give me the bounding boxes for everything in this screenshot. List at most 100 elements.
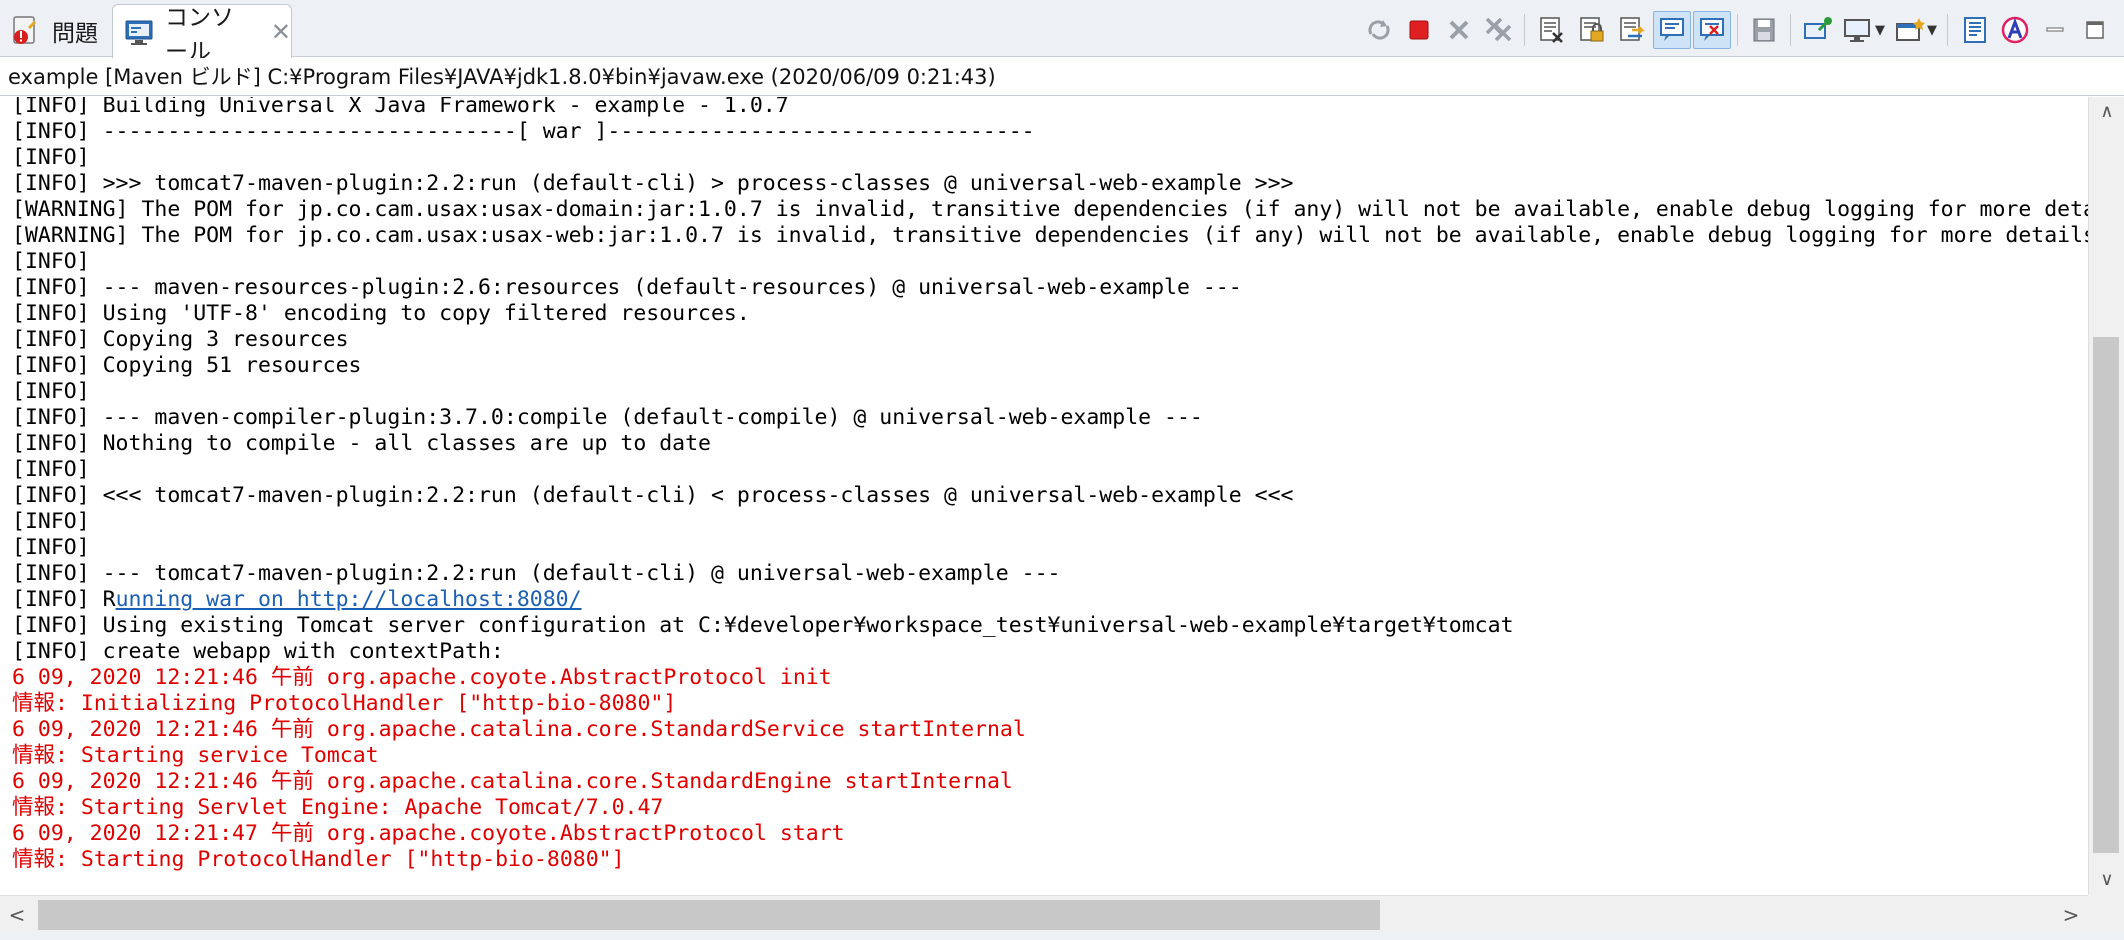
console-line: [INFO] Using 'UTF-8' encoding to copy fi… bbox=[12, 301, 2088, 327]
console-line-stderr: 6 09, 2020 12:21:47 午前 org.apache.coyote… bbox=[12, 821, 2088, 847]
scroll-down-arrow[interactable]: ∨ bbox=[2089, 865, 2124, 895]
toolbar-separator bbox=[1790, 14, 1791, 46]
toolbar-separator bbox=[1737, 14, 1738, 46]
show-on-stdout-icon[interactable] bbox=[1653, 11, 1691, 49]
console-line-text: [INFO] Nothing to compile - all classes … bbox=[12, 431, 711, 456]
problems-icon bbox=[10, 15, 42, 47]
console-line-text: [INFO] bbox=[12, 509, 90, 534]
console-line: [WARNING] The POM for jp.co.cam.usax:usa… bbox=[12, 197, 2088, 223]
app-icon[interactable] bbox=[1996, 11, 2034, 49]
tab-console-label: コンソール bbox=[165, 4, 234, 65]
tab-console[interactable]: コンソール ✕ bbox=[112, 4, 292, 65]
console-line-text: [INFO] <<< tomcat7-maven-plugin:2.2:run … bbox=[12, 483, 1294, 508]
scroll-left-arrow[interactable]: < bbox=[0, 896, 34, 934]
console-line-text: [INFO] bbox=[12, 249, 90, 274]
pin-console-icon[interactable] bbox=[1799, 11, 1837, 49]
console-line: [INFO] bbox=[12, 249, 2088, 275]
console-line-stderr: 情報: Starting service Tomcat bbox=[12, 743, 2088, 769]
console-line-stderr: 情報: Starting ProtocolHandler ["http-bio-… bbox=[12, 847, 2088, 873]
console-line: [INFO] Nothing to compile - all classes … bbox=[12, 431, 2088, 457]
console-icon bbox=[123, 16, 155, 48]
console-line-text: [INFO] bbox=[12, 535, 90, 560]
tab-problems-label: 問題 bbox=[52, 20, 98, 47]
console-line: [INFO] bbox=[12, 457, 2088, 483]
console-line: [INFO] --- maven-resources-plugin:2.6:re… bbox=[12, 275, 2088, 301]
console-line: [INFO] Copying 51 resources bbox=[12, 353, 2088, 379]
horizontal-scroll-thumb[interactable] bbox=[38, 900, 1380, 930]
console-line: [INFO] <<< tomcat7-maven-plugin:2.2:run … bbox=[12, 483, 2088, 509]
word-wrap-icon[interactable] bbox=[1613, 11, 1651, 49]
console-line-text: [INFO] bbox=[12, 379, 90, 404]
console-lines: [INFO] Building Universal X Java Framewo… bbox=[12, 97, 2088, 873]
console-line-text: 情報: Starting service Tomcat bbox=[12, 743, 379, 768]
console-line: [INFO] >>> tomcat7-maven-plugin:2.2:run … bbox=[12, 171, 2088, 197]
console-launch-description: example [Maven ビルド] C:¥Program Files¥JAV… bbox=[0, 58, 2124, 96]
tab-problems[interactable]: 問題 bbox=[0, 4, 112, 57]
console-line: [INFO] Copying 3 resources bbox=[12, 327, 2088, 353]
console-line: [INFO] bbox=[12, 509, 2088, 535]
vertical-scroll-thumb[interactable] bbox=[2093, 337, 2119, 853]
scroll-up-arrow[interactable]: ∧ bbox=[2089, 97, 2124, 127]
pin-refresh-icon[interactable] bbox=[1360, 11, 1398, 49]
toolbar-separator bbox=[1947, 14, 1948, 46]
minimize-icon[interactable] bbox=[2036, 11, 2074, 49]
console-line-text: [INFO] Using existing Tomcat server conf… bbox=[12, 613, 1514, 638]
console-hyperlink[interactable]: unning war on http://localhost:8080/ bbox=[116, 587, 582, 612]
console-line-text: 情報: Initializing ProtocolHandler ["http-… bbox=[12, 691, 677, 716]
view-bottom-border bbox=[0, 933, 2124, 940]
console-line: [WARNING] The POM for jp.co.cam.usax:usa… bbox=[12, 223, 2088, 249]
console-line-stderr: 6 09, 2020 12:21:46 午前 org.apache.coyote… bbox=[12, 665, 2088, 691]
console-line-text: [WARNING] The POM for jp.co.cam.usax:usa… bbox=[12, 223, 2088, 248]
scrollbar-corner bbox=[2088, 895, 2124, 933]
console-line: [INFO] Running war on http://localhost:8… bbox=[12, 587, 2088, 613]
console-line: [INFO] Building Universal X Java Framewo… bbox=[12, 97, 2088, 119]
show-on-stderr-icon[interactable] bbox=[1693, 11, 1731, 49]
console-line-text: [INFO] Copying 51 resources bbox=[12, 353, 362, 378]
console-line-text: [INFO] bbox=[12, 145, 90, 170]
console-line: [INFO] create webapp with contextPath: bbox=[12, 639, 2088, 665]
console-line-text: [INFO] --- maven-compiler-plugin:3.7.0:c… bbox=[12, 405, 1203, 430]
console-line-text: [INFO] --- tomcat7-maven-plugin:2.2:run … bbox=[12, 561, 1061, 586]
console-line-text: [INFO] Copying 3 resources bbox=[12, 327, 349, 352]
console-line-stderr: 情報: Starting Servlet Engine: Apache Tomc… bbox=[12, 795, 2088, 821]
horizontal-scrollbar[interactable]: < > bbox=[0, 895, 2088, 933]
console-line: [INFO] --------------------------------[… bbox=[12, 119, 2088, 145]
console-output[interactable]: [INFO] Building Universal X Java Framewo… bbox=[0, 97, 2088, 895]
close-tab-icon[interactable]: ✕ bbox=[271, 18, 291, 46]
maximize-icon[interactable] bbox=[2076, 11, 2114, 49]
console-line-text: [INFO] --- maven-resources-plugin:2.6:re… bbox=[12, 275, 1242, 300]
console-line: [INFO] --- tomcat7-maven-plugin:2.2:run … bbox=[12, 561, 2088, 587]
clear-console-icon[interactable] bbox=[1533, 11, 1571, 49]
remove-launch-icon[interactable] bbox=[1440, 11, 1478, 49]
console-line-text: [INFO] Using 'UTF-8' encoding to copy fi… bbox=[12, 301, 750, 326]
console-line-text: [INFO] >>> tomcat7-maven-plugin:2.2:run … bbox=[12, 171, 1294, 196]
scroll-right-arrow[interactable]: > bbox=[2054, 896, 2088, 934]
console-line-text: 6 09, 2020 12:21:46 午前 org.apache.catali… bbox=[12, 769, 1013, 794]
vertical-scrollbar[interactable]: ∧ ∨ bbox=[2088, 97, 2124, 895]
console-line-stderr: 情報: Initializing ProtocolHandler ["http-… bbox=[12, 691, 2088, 717]
console-line-text: 情報: Starting Servlet Engine: Apache Tomc… bbox=[12, 795, 664, 820]
scroll-lock-icon[interactable] bbox=[1573, 11, 1611, 49]
console-line-text: [INFO] --------------------------------[… bbox=[12, 119, 1035, 144]
view-tab-bar: 問題 コンソール ✕ ▼ ▼ bbox=[0, 0, 2124, 65]
toolbar-separator bbox=[1524, 14, 1525, 46]
open-console-icon[interactable] bbox=[1956, 11, 1994, 49]
console-line: [INFO] Using existing Tomcat server conf… bbox=[12, 613, 2088, 639]
console-line-text: 6 09, 2020 12:21:46 午前 org.apache.catali… bbox=[12, 717, 1026, 742]
console-line: [INFO] --- maven-compiler-plugin:3.7.0:c… bbox=[12, 405, 2088, 431]
console-line-text: 6 09, 2020 12:21:47 午前 org.apache.coyote… bbox=[12, 821, 845, 846]
remove-all-terminated-icon[interactable] bbox=[1480, 11, 1518, 49]
save-icon[interactable] bbox=[1746, 11, 1784, 49]
display-console-icon[interactable] bbox=[1839, 11, 1877, 49]
console-line: [INFO] bbox=[12, 535, 2088, 561]
console-line: [INFO] bbox=[12, 145, 2088, 171]
console-line-stderr: 6 09, 2020 12:21:46 午前 org.apache.catali… bbox=[12, 717, 2088, 743]
console-toolbar: ▼ ▼ bbox=[1358, 10, 2114, 50]
console-line-text: [INFO] R bbox=[12, 587, 116, 612]
new-console-icon[interactable] bbox=[1891, 11, 1929, 49]
console-line-text: [INFO] bbox=[12, 457, 90, 482]
console-line-text: [WARNING] The POM for jp.co.cam.usax:usa… bbox=[12, 197, 2088, 222]
console-line-text: 6 09, 2020 12:21:46 午前 org.apache.coyote… bbox=[12, 665, 832, 690]
console-line-text: 情報: Starting ProtocolHandler ["http-bio-… bbox=[12, 847, 625, 872]
terminate-icon[interactable] bbox=[1400, 11, 1438, 49]
